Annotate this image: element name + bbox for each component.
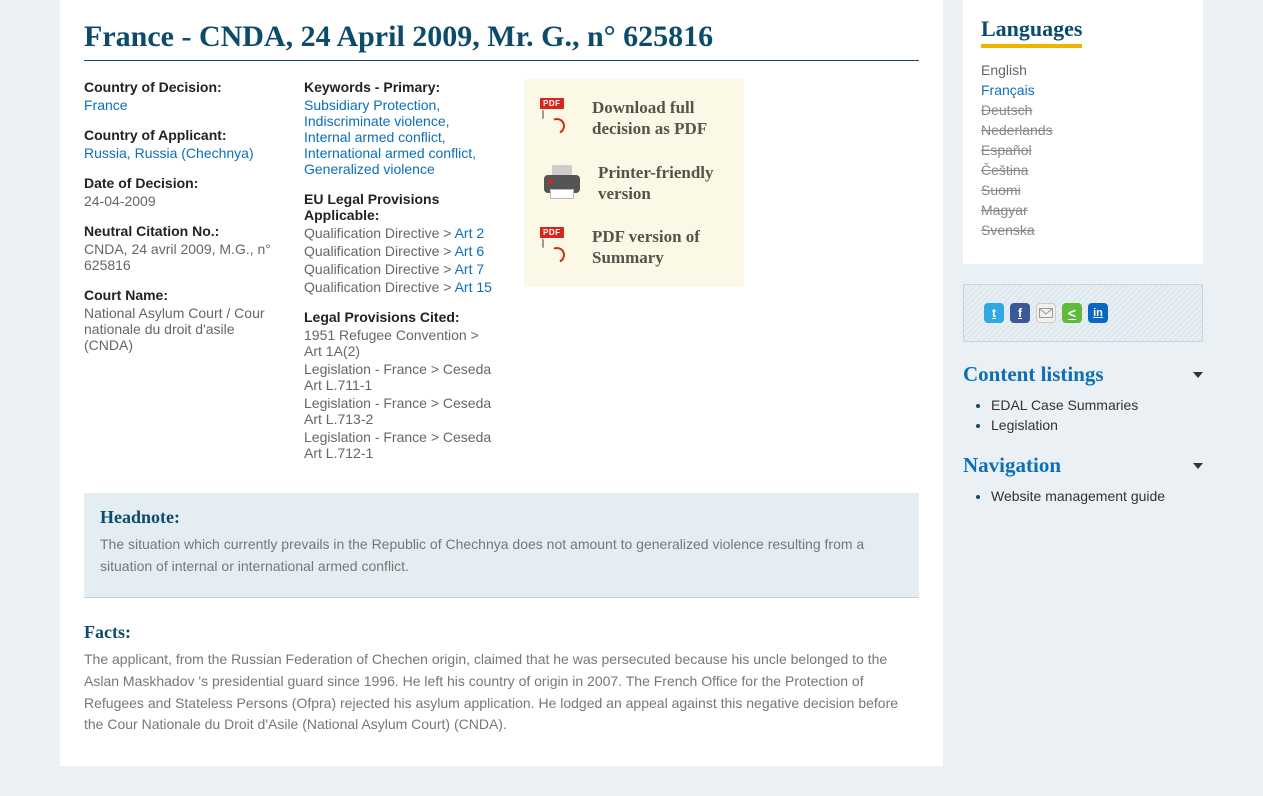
keyword-link[interactable]: Subsidiary Protection — [304, 97, 436, 113]
share-card: t f < in — [963, 284, 1203, 342]
date-decision-label: Date of Decision: — [84, 175, 284, 191]
meta-column-1: Country of Decision: France Country of A… — [84, 79, 284, 475]
court-name-label: Court Name: — [84, 287, 284, 303]
language-option-disabled: Deutsch — [981, 102, 1185, 118]
date-decision-value: 24-04-2009 — [84, 193, 284, 209]
neutral-citation-label: Neutral Citation No.: — [84, 223, 284, 239]
legal-cited-line: Legislation - France > Ceseda Art L.713-… — [304, 395, 494, 427]
country-decision-label: Country of Decision: — [84, 79, 284, 95]
headnote-box: Headnote: The situation which currently … — [84, 493, 919, 598]
eu-provisions-label: EU Legal Provisions Applicable: — [304, 191, 494, 223]
eu-provision-link[interactable]: Art 7 — [455, 261, 485, 277]
linkedin-icon[interactable]: in — [1088, 303, 1108, 323]
download-full-pdf-text: Download full decision as PDF — [592, 97, 726, 140]
applicant-link-1[interactable]: Russia (Chechnya) — [135, 145, 254, 161]
printer-friendly-text: Printer-friendly version — [598, 162, 726, 205]
languages-card: Languages English Français Deutsch Nederlan… — [963, 0, 1203, 264]
navigation-item[interactable]: Website management guide — [991, 488, 1203, 504]
chevron-down-icon — [1193, 463, 1203, 469]
language-option-disabled: Español — [981, 142, 1185, 158]
language-option-disabled: Suomi — [981, 182, 1185, 198]
download-box: PDF Download full decision as PDF Printe… — [524, 79, 744, 287]
pdf-icon: PDF — [542, 98, 576, 138]
keywords-primary-label: Keywords - Primary: — [304, 79, 494, 95]
legal-cited-list: 1951 Refugee Convention > Art 1A(2)Legis… — [304, 327, 494, 461]
language-option[interactable]: Français — [981, 82, 1185, 98]
navigation-heading: Navigation — [963, 453, 1061, 478]
language-option-disabled: Nederlands — [981, 122, 1185, 138]
country-applicant-label: Country of Applicant: — [84, 127, 284, 143]
sep: , — [127, 145, 135, 161]
twitter-icon[interactable]: t — [984, 303, 1004, 323]
language-option-disabled: Čeština — [981, 162, 1185, 178]
navigation-block: Navigation Website management guide — [963, 453, 1203, 504]
eu-provision-link[interactable]: Art 2 — [455, 225, 485, 241]
legal-cited-line: 1951 Refugee Convention > Art 1A(2) — [304, 327, 494, 359]
legal-cited-label: Legal Provisions Cited: — [304, 309, 494, 325]
chevron-down-icon — [1193, 372, 1203, 378]
content-listing-item[interactable]: EDAL Case Summaries — [991, 397, 1203, 413]
language-option-disabled: Magyar — [981, 202, 1185, 218]
facts-text: The applicant, from the Russian Federati… — [84, 649, 919, 736]
keyword-link[interactable]: Generalized violence — [304, 161, 435, 177]
content-listings-block: Content listings EDAL Case Summaries Legi… — [963, 362, 1203, 433]
printer-icon — [542, 165, 582, 201]
eu-provision-line: Qualification Directive > Art 2 — [304, 225, 494, 241]
content-listings-toggle[interactable]: Content listings — [963, 362, 1203, 387]
court-name-value: National Asylum Court / Cour nationale d… — [84, 305, 284, 353]
content-listings-heading: Content listings — [963, 362, 1104, 387]
keyword-link[interactable]: Indiscriminate violence — [304, 113, 446, 129]
legal-cited-line: Legislation - France > Ceseda Art L.712-… — [304, 429, 494, 461]
facebook-icon[interactable]: f — [1010, 303, 1030, 323]
legal-cited-line: Legislation - France > Ceseda Art L.711-… — [304, 361, 494, 393]
sidebar: Languages English Français Deutsch Nederlan… — [963, 0, 1203, 766]
eu-provision-link[interactable]: Art 15 — [455, 279, 492, 295]
eu-provision-link[interactable]: Art 6 — [455, 243, 485, 259]
content-listing-item[interactable]: Legislation — [991, 417, 1203, 433]
pdf-icon: PDF — [542, 227, 576, 267]
eu-provisions-list: Qualification Directive > Art 2 Qualifica… — [304, 225, 494, 295]
navigation-list: Website management guide — [991, 488, 1203, 504]
language-option-disabled: Svenska — [981, 222, 1185, 238]
headnote-heading: Headnote: — [100, 507, 903, 528]
meta-column-2: Keywords - Primary: Subsidiary Protectio… — [304, 79, 494, 475]
language-list: English Français Deutsch Nederlands Español Č… — [981, 62, 1185, 238]
main-content: France - CNDA, 24 April 2009, Mr. G., n°… — [60, 0, 943, 766]
applicant-link-0[interactable]: Russia — [84, 145, 127, 161]
content-listings-list: EDAL Case Summaries Legislation — [991, 397, 1203, 433]
eu-provision-line: Qualification Directive > Art 6 — [304, 243, 494, 259]
eu-provision-line: Qualification Directive > Art 15 — [304, 279, 494, 295]
country-decision-link[interactable]: France — [84, 97, 128, 113]
download-summary-pdf-link[interactable]: PDF PDF version of Summary — [542, 226, 726, 269]
facts-section: Facts: The applicant, from the Russian F… — [84, 622, 919, 736]
download-full-pdf-link[interactable]: PDF Download full decision as PDF — [542, 97, 726, 140]
share-icon[interactable]: < — [1062, 303, 1082, 323]
keyword-link[interactable]: Internal armed conflict — [304, 129, 442, 145]
headnote-text: The situation which currently prevails i… — [100, 534, 903, 577]
language-option[interactable]: English — [981, 62, 1185, 78]
languages-heading: Languages — [981, 16, 1082, 48]
page-title: France - CNDA, 24 April 2009, Mr. G., n°… — [84, 20, 919, 61]
keywords-primary-values: Subsidiary Protection, Indiscriminate vi… — [304, 97, 494, 177]
eu-provision-line: Qualification Directive > Art 7 — [304, 261, 494, 277]
mail-icon[interactable] — [1036, 303, 1056, 323]
neutral-citation-value: CNDA, 24 avril 2009, M.G., n° 625816 — [84, 241, 284, 273]
facts-heading: Facts: — [84, 622, 919, 643]
printer-friendly-link[interactable]: Printer-friendly version — [542, 162, 726, 205]
keyword-link[interactable]: International armed conflict — [304, 145, 472, 161]
navigation-toggle[interactable]: Navigation — [963, 453, 1203, 478]
download-summary-pdf-text: PDF version of Summary — [592, 226, 726, 269]
